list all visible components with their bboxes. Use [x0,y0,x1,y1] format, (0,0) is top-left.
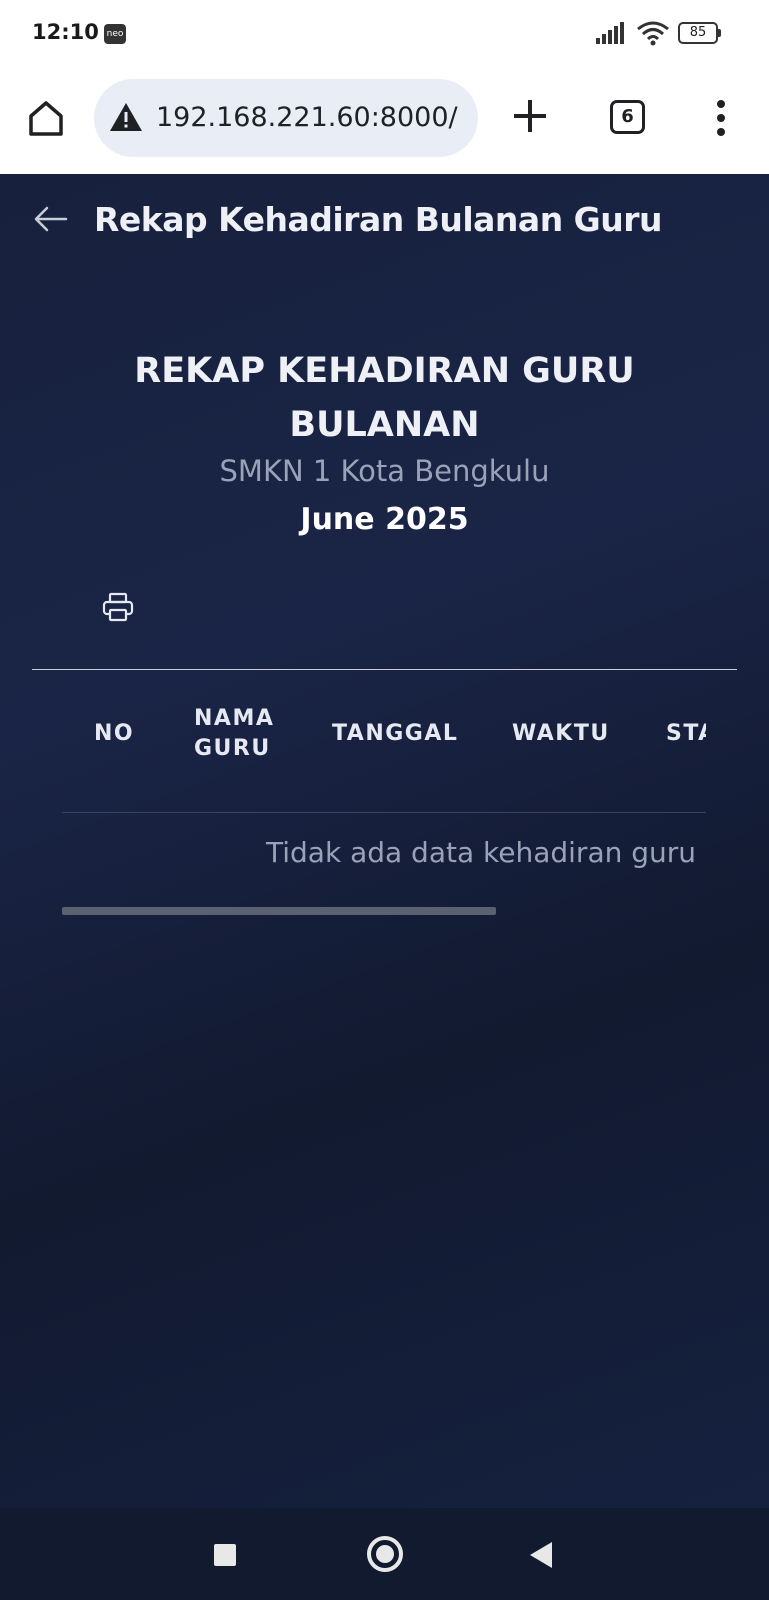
battery-level: 85 [678,22,718,44]
warning-icon[interactable] [108,101,144,133]
more-vertical-icon[interactable] [706,98,736,138]
horizontal-scrollbar[interactable] [62,907,496,915]
table-divider [62,812,706,813]
period-label: June 2025 [300,502,469,537]
browser-toolbar: 192.168.221.60:8000/ 6 [0,68,769,174]
column-header-nama-guru: NAMA GURU [194,706,275,761]
attendance-table-header[interactable]: NO NAMA GURU TANGGAL WAKTU STATUS [62,694,706,774]
battery-icon: 85 [678,22,722,44]
home-icon[interactable] [26,98,66,138]
back-button[interactable] [530,1542,552,1568]
plus-icon[interactable] [510,96,550,136]
status-bar: 12:10 neo 85 [0,0,769,68]
tab-switcher-button[interactable]: 6 [610,100,645,134]
empty-message: Tidak ada data kehadiran guru bulan ini [266,836,706,869]
report-heading-line1: REKAP KEHADIRAN GURU [134,351,635,391]
school-name: SMKN 1 Kota Bengkulu [219,454,550,488]
column-header-tanggal: TANGGAL [332,721,459,746]
navigation-bar [0,1508,769,1600]
printer-icon[interactable] [102,592,134,622]
neo-badge: neo [104,24,126,44]
address-bar[interactable]: 192.168.221.60:8000/ [94,79,478,157]
home-button[interactable] [367,1536,403,1572]
recents-button[interactable] [214,1544,236,1566]
report-heading-line2: BULANAN [289,405,480,445]
app-screen: Rekap Kehadiran Bulanan Guru REKAP KEHAD… [0,174,769,1508]
report-heading: REKAP KEHADIRAN GURU BULANAN [0,344,769,452]
empty-table-row: Tidak ada data kehadiran guru bulan ini [62,836,706,876]
arrow-left-icon[interactable] [32,204,70,234]
wifi-icon [637,21,669,46]
column-header-no: NO [94,721,135,746]
column-header-status: STATUS [666,721,706,746]
divider [32,669,737,670]
signal-icon [596,22,624,44]
page-title: Rekap Kehadiran Bulanan Guru [94,200,663,239]
url-text[interactable]: 192.168.221.60:8000/ [156,102,458,133]
column-header-waktu: WAKTU [512,721,610,746]
status-time: 12:10 [32,20,99,44]
